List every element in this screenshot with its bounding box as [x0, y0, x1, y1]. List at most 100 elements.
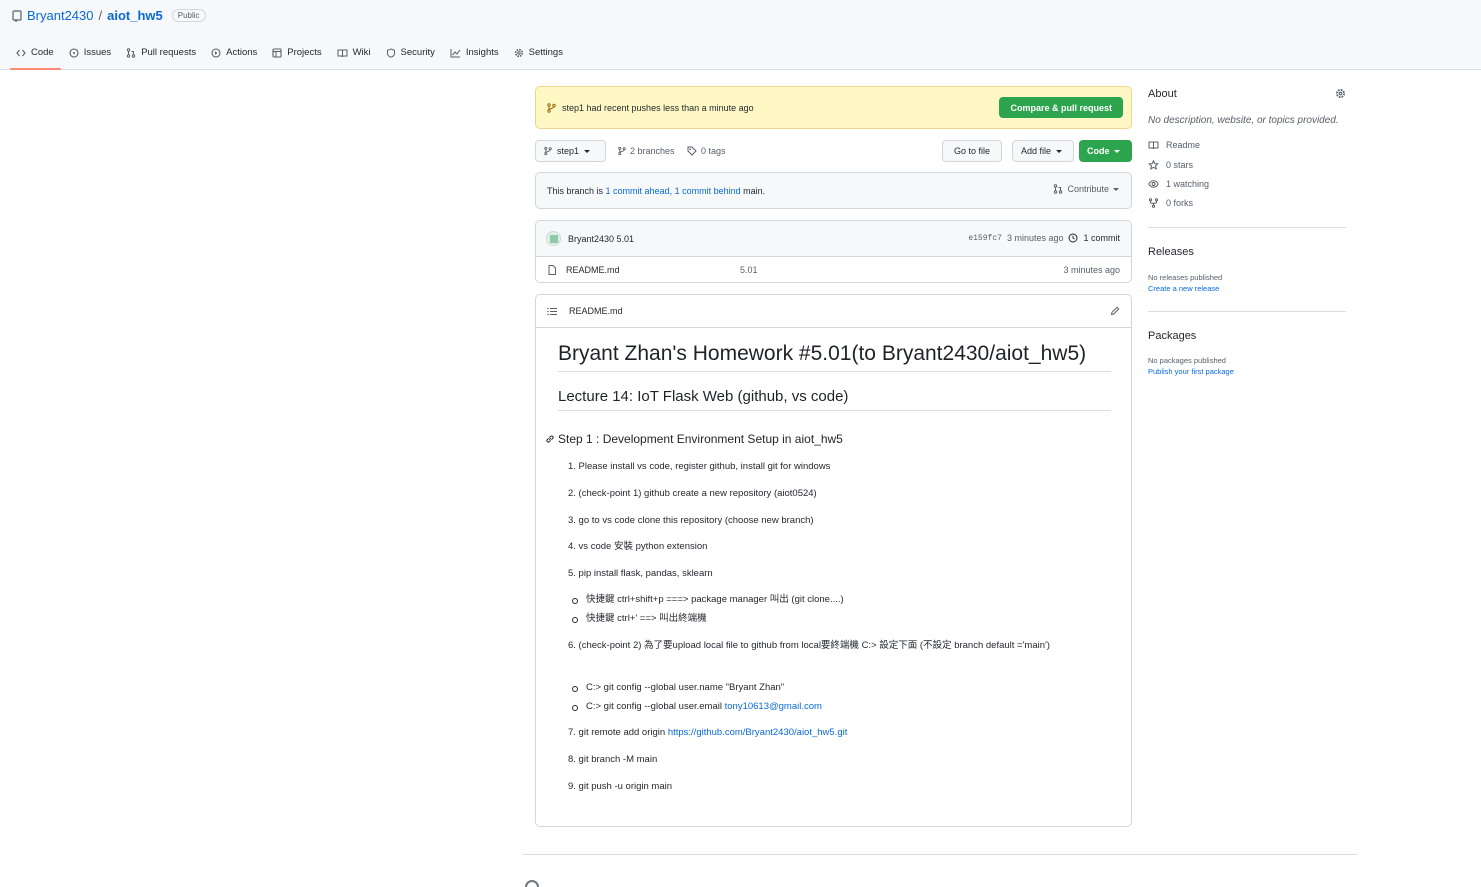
releases-empty-text: No releases published: [1148, 273, 1223, 282]
readme-link[interactable]: Readme: [1148, 140, 1200, 150]
list-item: 快捷鍵 ctrl+shift+p ===> package manager 叫出…: [572, 592, 844, 608]
add-file-button[interactable]: Add file: [1012, 140, 1074, 162]
file-name-link[interactable]: README.md: [566, 265, 620, 275]
readme-heading-2: Lecture 14: IoT Flask Web (github, vs co…: [558, 388, 1111, 411]
email-link[interactable]: tony10613@gmail.com: [725, 701, 822, 712]
list-item: 6. (check-point 2) 為了要upload local file …: [568, 640, 1050, 651]
about-heading: About: [1148, 88, 1177, 100]
tag-icon: [687, 146, 697, 156]
tab-label: Settings: [528, 47, 563, 58]
readme-heading-1: Bryant Zhan's Homework #5.01(to Bryant24…: [558, 342, 1111, 372]
shield-icon: [386, 47, 396, 58]
stars-link[interactable]: 0 stars: [1148, 160, 1193, 170]
tab-code[interactable]: Code: [10, 44, 61, 70]
list-item: 9. git push -u origin main: [568, 781, 673, 792]
forks-link[interactable]: 0 forks: [1148, 198, 1193, 208]
tags-link[interactable]: 0 tags: [687, 140, 726, 162]
file-icon: [548, 265, 556, 275]
list-item: 2. (check-point 1) github create a new r…: [568, 488, 817, 499]
branch-icon: [544, 146, 552, 156]
history-icon: [1068, 233, 1078, 243]
commits-behind-link[interactable]: 1 commit behind: [675, 186, 741, 196]
branch-status-suffix: main.: [743, 185, 766, 196]
commit-count-link[interactable]: 1 commit: [1083, 233, 1120, 243]
pull-request-icon: [126, 47, 136, 58]
footer-divider: [523, 854, 1357, 855]
latest-commit-row: Bryant2430 5.01 e159fc7 3 minutes ago 1 …: [536, 221, 1131, 257]
gear-icon[interactable]: [1335, 88, 1346, 99]
tab-pull-requests[interactable]: Pull requests: [120, 44, 203, 70]
readme-filename: README.md: [569, 306, 623, 316]
repo-url-link[interactable]: https://github.com/Bryant2430/aiot_hw5.g…: [668, 727, 848, 738]
contribute-button[interactable]: Contribute: [1053, 184, 1119, 194]
recent-push-text: step1 had recent pushes less than a minu…: [562, 102, 754, 113]
compare-pull-request-button[interactable]: Compare & pull request: [999, 97, 1123, 118]
repo-name-link[interactable]: aiot_hw5: [107, 8, 163, 23]
tab-security[interactable]: Security: [380, 44, 442, 70]
tab-insights[interactable]: Insights: [444, 44, 506, 70]
tab-wiki[interactable]: Wiki: [331, 44, 378, 70]
tags-count: 0 tags: [701, 146, 726, 156]
publish-package-link[interactable]: Publish your first package: [1148, 367, 1234, 376]
releases-heading[interactable]: Releases: [1148, 246, 1194, 258]
repo-owner-link[interactable]: Bryant2430: [27, 8, 94, 23]
anchor-link-icon[interactable]: [545, 434, 555, 444]
list-item: 8. git branch -M main: [568, 754, 658, 765]
pull-request-icon: [1053, 184, 1063, 194]
code-icon: [16, 47, 26, 58]
recent-push-banner: step1 had recent pushes less than a minu…: [535, 86, 1132, 129]
gear-icon: [514, 47, 524, 58]
avatar[interactable]: [546, 231, 561, 246]
file-commit-message[interactable]: 5.01: [740, 265, 758, 275]
star-icon: [1148, 160, 1159, 170]
tab-label: Code: [31, 47, 54, 58]
list-item: 3. go to vs code clone this repository (…: [568, 515, 814, 526]
list-item: 7. git remote add origin https://github.…: [568, 725, 847, 741]
branches-link[interactable]: 2 branches: [618, 140, 675, 162]
table-icon: [272, 47, 282, 58]
commit-sha-link[interactable]: e159fc7: [968, 234, 1002, 243]
divider: [1148, 311, 1346, 312]
commit-meta: e159fc7 3 minutes ago 1 commit: [968, 233, 1120, 243]
pencil-icon[interactable]: [1110, 306, 1120, 316]
repo-header: Bryant2430 / aiot_hw5 Public Code Issues…: [0, 0, 1481, 70]
readme-box: README.md Bryant Zhan's Homework #5.01(t…: [535, 294, 1132, 827]
packages-heading[interactable]: Packages: [1148, 330, 1196, 342]
readme-header: README.md: [536, 295, 1131, 328]
packages-empty-text: No packages published: [1148, 356, 1226, 365]
watchers-link[interactable]: 1 watching: [1148, 179, 1209, 189]
branch-status-prefix: This branch is: [547, 185, 604, 196]
commit-age: 3 minutes ago: [1006, 233, 1064, 243]
latest-commit-message[interactable]: Bryant2430 5.01: [568, 234, 634, 244]
branches-count: 2 branches: [630, 146, 675, 156]
readme-label: Readme: [1166, 140, 1201, 150]
branch-comparison-bar: This branch is 1 commit ahead, 1 commit …: [535, 172, 1132, 209]
branch-select-button[interactable]: step1: [535, 140, 606, 162]
tab-issues[interactable]: Issues: [63, 44, 118, 70]
step-heading-text: Step 1 : Development Environment Setup i…: [558, 432, 843, 446]
tab-label: Pull requests: [141, 47, 197, 58]
play-icon: [211, 47, 221, 58]
repo-description: No description, website, or topics provi…: [1148, 115, 1339, 126]
graph-icon: [450, 47, 461, 58]
repo-title: Bryant2430 / aiot_hw5 Public: [12, 8, 206, 23]
file-list: Bryant2430 5.01 e159fc7 3 minutes ago 1 …: [535, 220, 1132, 283]
list-item: C:> git config --global user.email tony1…: [572, 699, 822, 715]
list-icon[interactable]: [547, 307, 557, 316]
list-item: 快捷鍵 ctrl+' ==> 叫出終端機: [572, 611, 707, 627]
create-release-link[interactable]: Create a new release: [1148, 284, 1219, 293]
branch-icon: [618, 146, 626, 156]
tab-settings[interactable]: Settings: [508, 44, 570, 70]
commits-ahead-link[interactable]: 1 commit ahead,: [606, 186, 673, 196]
branch-icon: [547, 102, 556, 113]
list-item: 5. pip install flask, pandas, sklearn: [568, 568, 713, 579]
list-item: 4. vs code 安裝 python extension: [568, 541, 708, 552]
code-download-button[interactable]: Code: [1079, 140, 1132, 162]
book-icon: [337, 47, 348, 58]
add-file-label: Add file: [1021, 146, 1052, 156]
tab-actions[interactable]: Actions: [205, 44, 264, 70]
github-logo-icon[interactable]: [525, 880, 539, 887]
go-to-file-button[interactable]: Go to file: [942, 140, 1002, 162]
contribute-label: Contribute: [1067, 184, 1109, 194]
tab-projects[interactable]: Projects: [266, 44, 328, 70]
